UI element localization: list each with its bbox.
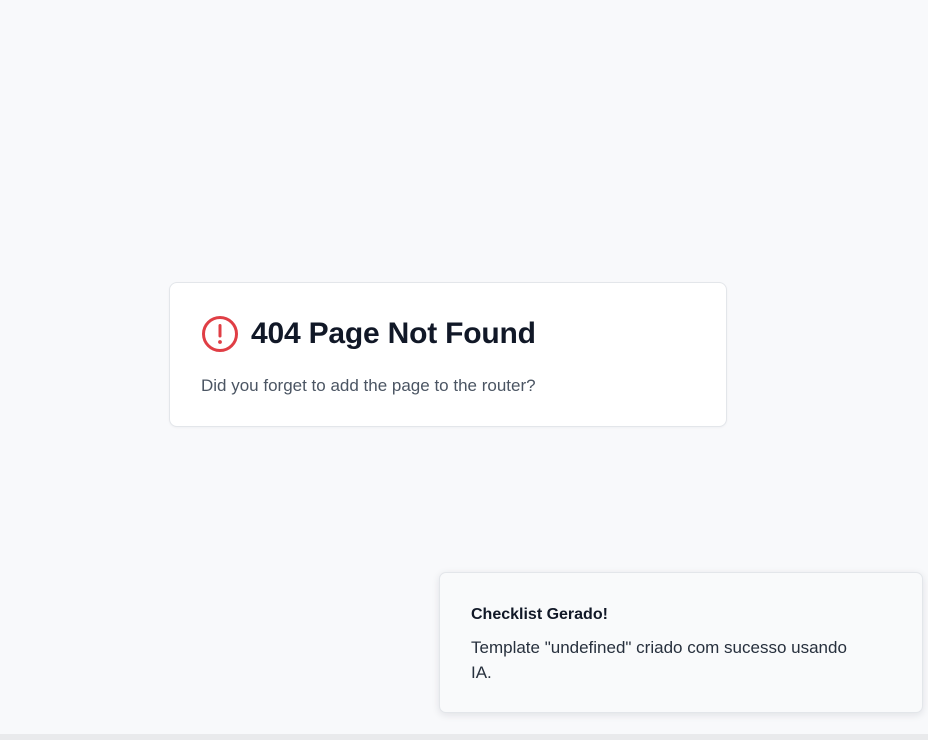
toast-title: Checklist Gerado! — [471, 606, 608, 623]
not-found-header: 404 Page Not Found — [201, 315, 536, 353]
page-title: 404 Page Not Found — [251, 317, 536, 350]
toast-notification[interactable]: Checklist Gerado! Template "undefined" c… — [439, 572, 923, 713]
error-message: Did you forget to add the page to the ro… — [201, 376, 536, 395]
bottom-bar — [0, 734, 928, 740]
not-found-card: 404 Page Not Found Did you forget to add… — [169, 282, 727, 427]
toast-description: Template "undefined" criado com sucesso … — [471, 638, 847, 682]
alert-circle-icon — [201, 315, 239, 353]
